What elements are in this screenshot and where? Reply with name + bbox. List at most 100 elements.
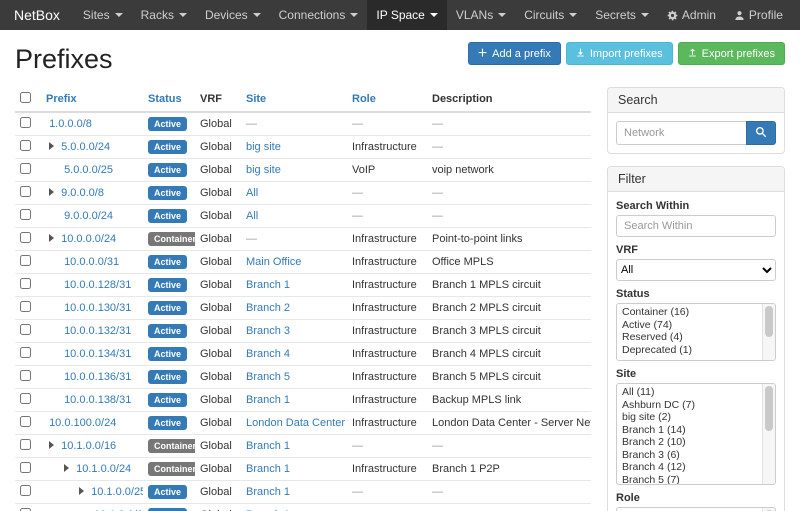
prefix-link[interactable]: 5.0.0.0/25 [64, 164, 113, 176]
expand-caret-icon[interactable] [64, 464, 69, 472]
site-link[interactable]: All [246, 210, 258, 222]
add-prefix-button[interactable]: Add a prefix [468, 42, 561, 65]
nav-menu-item[interactable]: Sites [74, 0, 132, 30]
brand-logo[interactable]: NetBox [0, 0, 74, 30]
prefix-link[interactable]: 10.0.0.138/31 [64, 394, 131, 406]
site-link[interactable]: Branch 1 [246, 394, 290, 406]
nav-menu-item[interactable]: Connections [270, 0, 368, 30]
row-checkbox[interactable] [20, 301, 31, 312]
row-checkbox[interactable] [20, 393, 31, 404]
status-option[interactable]: Active (74) [617, 319, 761, 332]
site-link[interactable]: Branch 1 [246, 463, 290, 475]
row-checkbox[interactable] [20, 462, 31, 473]
site-option[interactable]: All (11) [617, 386, 761, 399]
column-header[interactable]: Status [143, 87, 195, 112]
search-input[interactable] [616, 121, 746, 145]
row-checkbox[interactable] [20, 232, 31, 243]
column-header[interactable]: Site [241, 87, 347, 112]
site-link[interactable]: Branch 1 [246, 486, 290, 498]
import-prefixes-button[interactable]: Import prefixes [566, 42, 673, 65]
row-checkbox[interactable] [20, 485, 31, 496]
row-checkbox[interactable] [20, 370, 31, 381]
search-within-input[interactable] [616, 215, 776, 237]
site-link[interactable]: Branch 1 [246, 279, 290, 291]
prefix-link[interactable]: 5.0.0.0/24 [61, 141, 110, 153]
expand-caret-icon[interactable] [49, 142, 54, 150]
site-link[interactable]: — [246, 118, 257, 130]
column-header[interactable]: VRF [195, 87, 241, 112]
role-multiselect[interactable]: Infrastructure (25) Management (8) Priva… [616, 507, 776, 511]
prefix-link[interactable]: 10.1.0.0/24 [76, 463, 131, 475]
prefix-link[interactable]: 10.0.0.136/31 [64, 371, 131, 383]
prefix-link[interactable]: 9.0.0.0/24 [64, 210, 113, 222]
scrollbar[interactable] [762, 384, 775, 484]
scrollbar[interactable] [762, 304, 775, 360]
prefix-link[interactable]: 10.0.0.132/31 [64, 325, 131, 337]
site-link[interactable]: Branch 2 [246, 302, 290, 314]
row-checkbox[interactable] [20, 324, 31, 335]
row-checkbox[interactable] [20, 163, 31, 174]
row-checkbox[interactable] [20, 278, 31, 289]
expand-caret-icon[interactable] [49, 441, 54, 449]
status-option[interactable]: Deprecated (1) [617, 344, 761, 357]
nav-menu-item[interactable]: Circuits [515, 0, 586, 30]
prefix-link[interactable]: 10.1.0.0/16 [61, 440, 116, 452]
site-link[interactable]: Branch 3 [246, 325, 290, 337]
nav-menu-item[interactable]: VLANs [447, 0, 515, 30]
expand-caret-icon[interactable] [49, 234, 54, 242]
site-link[interactable]: big site [246, 141, 281, 153]
prefix-link[interactable]: 1.0.0.0/8 [49, 118, 92, 130]
site-link[interactable]: Branch 4 [246, 348, 290, 360]
status-option[interactable]: Reserved (4) [617, 331, 761, 344]
nav-menu-item[interactable]: IP Space [367, 0, 446, 30]
profile-link[interactable]: Profile [725, 0, 792, 30]
row-checkbox[interactable] [20, 416, 31, 427]
nav-menu-item[interactable]: Devices [196, 0, 270, 30]
row-checkbox[interactable] [20, 117, 31, 128]
site-multiselect[interactable]: All (11) Ashburn DC (7) big site (2) Bra… [616, 383, 776, 485]
prefix-link[interactable]: 10.0.0.0/31 [64, 256, 119, 268]
site-option[interactable]: Ashburn DC (7) [617, 399, 761, 412]
site-option[interactable]: Branch 1 (14) [617, 424, 761, 437]
column-header[interactable]: Prefix [41, 87, 143, 112]
row-checkbox[interactable] [20, 140, 31, 151]
site-option[interactable]: big site (2) [617, 411, 761, 424]
site-link[interactable]: Branch 1 [246, 440, 290, 452]
row-checkbox[interactable] [20, 186, 31, 197]
select-all-checkbox[interactable] [20, 92, 31, 103]
site-option[interactable]: Branch 4 (12) [617, 461, 761, 474]
vrf-select[interactable]: All [616, 259, 776, 281]
site-link[interactable]: All [246, 187, 258, 199]
admin-link[interactable]: Admin [658, 0, 725, 30]
row-checkbox[interactable] [20, 439, 31, 450]
expand-caret-icon[interactable] [79, 487, 84, 495]
site-link[interactable]: Branch 5 [246, 371, 290, 383]
site-option[interactable]: Branch 2 (10) [617, 436, 761, 449]
logout-link[interactable]: Log out [792, 0, 800, 30]
row-checkbox[interactable] [20, 255, 31, 266]
site-link[interactable]: Main Office [246, 256, 301, 268]
site-option[interactable]: Branch 5 (7) [617, 474, 761, 486]
row-checkbox[interactable] [20, 347, 31, 358]
prefix-link[interactable]: 10.0.0.130/31 [64, 302, 131, 314]
site-link[interactable]: — [246, 233, 257, 245]
column-header[interactable]: Description [427, 87, 591, 112]
row-checkbox[interactable] [20, 209, 31, 220]
status-multiselect[interactable]: Container (16) Active (74) Reserved (4) … [616, 303, 776, 361]
search-button[interactable] [746, 121, 776, 145]
prefix-link[interactable]: 9.0.0.0/8 [61, 187, 104, 199]
expand-caret-icon[interactable] [49, 188, 54, 196]
nav-menu-item[interactable]: Secrets [586, 0, 658, 30]
site-link[interactable]: big site [246, 164, 281, 176]
column-header[interactable]: Role [347, 87, 427, 112]
prefix-link[interactable]: 10.0.0.0/24 [61, 233, 116, 245]
prefix-link[interactable]: 10.0.0.134/31 [64, 348, 131, 360]
prefix-link[interactable]: 10.0.0.128/31 [64, 279, 131, 291]
export-prefixes-button[interactable]: Export prefixes [678, 42, 785, 65]
status-option[interactable]: Container (16) [617, 306, 761, 319]
prefix-link[interactable]: 10.1.0.0/25 [91, 486, 143, 498]
nav-menu-item[interactable]: Racks [132, 0, 196, 30]
site-link[interactable]: London Data Center [246, 417, 345, 429]
prefix-link[interactable]: 10.0.100.0/24 [49, 417, 116, 429]
site-option[interactable]: Branch 3 (6) [617, 449, 761, 462]
